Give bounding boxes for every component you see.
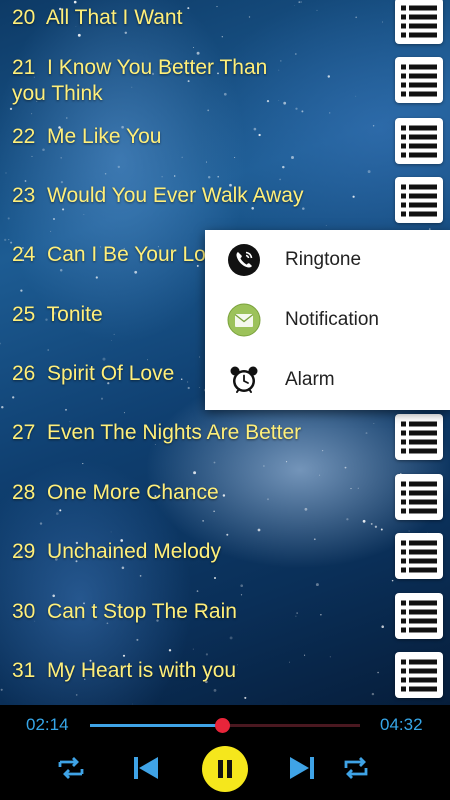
menu-item-notification[interactable]: Notification <box>205 290 450 350</box>
song-name: Unchained Melody <box>47 540 221 563</box>
song-number: 26 <box>12 362 36 385</box>
envelope-notification-icon <box>227 303 261 337</box>
song-title[interactable]: 31 My Heart is with you <box>12 658 312 684</box>
song-row[interactable]: 20 All That I Want <box>0 0 450 46</box>
song-title[interactable]: 28 One More Chance <box>12 480 312 506</box>
song-number: 27 <box>12 421 36 444</box>
song-name: Me Like You <box>47 125 162 148</box>
song-number: 21 <box>12 56 36 79</box>
previous-icon[interactable] <box>131 753 161 783</box>
song-name: Tonite <box>46 303 103 326</box>
song-number: 31 <box>12 659 36 682</box>
song-menu-button[interactable] <box>395 593 443 639</box>
menu-item-label: Alarm <box>285 369 335 390</box>
set-as-popup-menu: Ringtone Notification Alarm <box>205 230 450 410</box>
song-title[interactable]: 27 Even The Nights Are Better <box>12 420 342 446</box>
song-name: Would You Ever Walk Away <box>47 184 304 207</box>
song-row[interactable]: 31 My Heart is with you <box>0 652 450 698</box>
list-menu-icon <box>401 659 437 692</box>
song-number: 20 <box>12 6 36 29</box>
menu-item-ringtone[interactable]: Ringtone <box>205 230 450 290</box>
next-icon[interactable] <box>287 753 317 783</box>
song-number: 22 <box>12 125 36 148</box>
song-name: All That I Want <box>45 6 183 29</box>
song-name: I Know You Better Than <box>47 56 268 79</box>
song-menu-button[interactable] <box>395 652 443 698</box>
song-row[interactable]: 23 Would You Ever Walk Away <box>0 177 450 223</box>
list-menu-icon <box>401 540 437 573</box>
song-title[interactable]: 20 All That I Want <box>12 5 312 31</box>
song-row[interactable]: 27 Even The Nights Are Better <box>0 414 450 460</box>
song-number: 29 <box>12 540 36 563</box>
player-bar: 02:14 04:32 <box>0 705 450 800</box>
song-name: Even The Nights Are Better <box>47 421 302 444</box>
list-menu-icon <box>401 421 437 454</box>
song-row[interactable]: 29 Unchained Melody <box>0 533 450 579</box>
song-menu-button[interactable] <box>395 0 443 44</box>
list-menu-icon <box>401 5 437 38</box>
song-number: 23 <box>12 184 36 207</box>
song-menu-button[interactable] <box>395 533 443 579</box>
song-row[interactable]: 30 Can t Stop The Rain <box>0 593 450 639</box>
song-number: 28 <box>12 481 36 504</box>
song-title[interactable]: 21 I Know You Better Than you Think <box>12 55 332 107</box>
song-number: 30 <box>12 600 36 623</box>
song-title[interactable]: 30 Can t Stop The Rain <box>12 599 312 625</box>
menu-item-label: Notification <box>285 309 379 330</box>
song-title[interactable]: 23 Would You Ever Walk Away <box>12 183 342 209</box>
alarm-clock-icon <box>230 366 258 393</box>
song-name: Can t Stop The Rain <box>47 600 237 623</box>
menu-item-alarm[interactable]: Alarm <box>205 350 450 410</box>
seek-thumb[interactable] <box>215 718 231 733</box>
song-name: Spirit Of Love <box>47 362 175 385</box>
list-menu-icon <box>401 184 437 217</box>
list-menu-icon <box>401 64 437 97</box>
elapsed-time: 02:14 <box>26 715 69 734</box>
repeat-icon[interactable] <box>342 754 370 782</box>
song-number: 24 <box>12 243 36 266</box>
song-title[interactable]: 22 Me Like You <box>12 124 312 150</box>
seek-bar[interactable] <box>90 718 360 733</box>
pause-icon[interactable] <box>201 745 249 793</box>
total-duration: 04:32 <box>380 715 423 734</box>
song-name: Can I Be Your Lo <box>47 243 206 266</box>
song-row[interactable]: 21 I Know You Better Than you Think <box>0 55 450 115</box>
song-menu-button[interactable] <box>395 118 443 164</box>
list-menu-icon <box>401 481 437 514</box>
song-row[interactable]: 28 One More Chance <box>0 474 450 520</box>
song-number: 25 <box>12 303 36 326</box>
shuffle-icon[interactable] <box>57 754 85 782</box>
song-title[interactable]: 29 Unchained Melody <box>12 539 312 565</box>
menu-item-label: Ringtone <box>285 249 362 270</box>
seek-progress <box>90 724 223 727</box>
list-menu-icon <box>401 125 437 158</box>
song-name: My Heart is with you <box>47 659 237 682</box>
list-menu-icon <box>401 600 437 633</box>
phone-ringtone-icon <box>228 244 260 276</box>
song-name-line2: you Think <box>12 82 103 105</box>
song-menu-button[interactable] <box>395 57 443 103</box>
song-menu-button[interactable] <box>395 177 443 223</box>
song-menu-button[interactable] <box>395 474 443 520</box>
song-menu-button[interactable] <box>395 414 443 460</box>
song-name: One More Chance <box>47 481 219 504</box>
song-row[interactable]: 22 Me Like You <box>0 118 450 164</box>
